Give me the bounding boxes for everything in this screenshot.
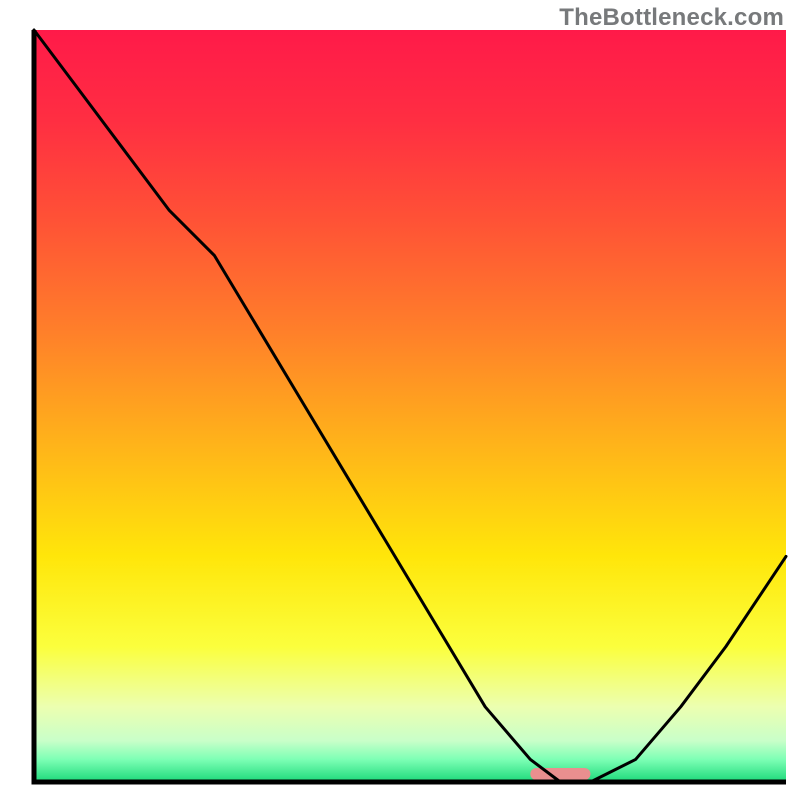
- chart-container: TheBottleneck.com: [0, 0, 800, 800]
- plot-background: [34, 30, 786, 782]
- highlight-segment: [530, 768, 590, 780]
- chart-svg: [0, 0, 800, 800]
